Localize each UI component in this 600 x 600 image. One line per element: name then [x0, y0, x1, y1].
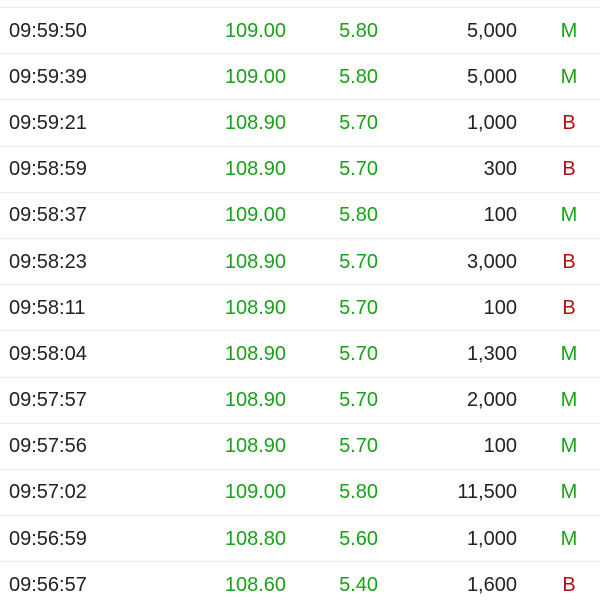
trade-side: M — [560, 481, 578, 504]
table-row: 09:56:57 108.60 5.40 1,600 B — [0, 561, 600, 600]
trade-price: 109.00 — [224, 204, 286, 227]
trade-price: 108.90 — [224, 158, 286, 181]
trade-price: 109.00 — [224, 481, 286, 504]
trade-volume: 11,500 — [457, 481, 517, 504]
table-row: 09:57:02 109.00 5.80 11,500 M — [0, 468, 600, 515]
trade-change: 5.40 — [339, 573, 378, 596]
trade-volume: 2,000 — [466, 389, 517, 412]
trade-side: B — [562, 158, 576, 181]
trade-side: M — [560, 342, 578, 365]
trade-change: 5.70 — [339, 111, 378, 134]
table-row: 09:58:04 108.90 5.70 1,300 M — [0, 330, 600, 376]
trade-change: 5.60 — [339, 527, 378, 550]
trade-side: B — [562, 296, 576, 319]
trade-change: 5.70 — [339, 158, 378, 181]
trade-side: M — [560, 435, 578, 458]
trade-time: 09:57:57 — [9, 389, 87, 412]
trade-price: 108.90 — [224, 111, 286, 134]
trade-price: 108.90 — [224, 389, 286, 412]
trade-change: 5.70 — [339, 342, 378, 365]
trade-side: M — [560, 389, 578, 412]
trade-change: 5.70 — [339, 389, 378, 412]
trade-side: B — [562, 573, 576, 596]
trade-time: 09:57:02 — [9, 481, 87, 504]
trade-volume: 1,600 — [466, 573, 517, 596]
table-row: 09:59:21 108.90 5.70 1,000 B — [0, 99, 600, 145]
trade-price: 109.00 — [224, 19, 286, 42]
trade-price: 108.60 — [224, 573, 286, 596]
trade-time: 09:56:59 — [9, 527, 87, 550]
trade-ticker-list[interactable]: 09:59:50 109.00 5.80 5,000 M 09:59:39 10… — [0, 7, 600, 600]
table-row: 09:58:23 108.90 5.70 3,000 B — [0, 237, 600, 284]
trade-side: B — [562, 250, 576, 273]
trade-change: 5.80 — [339, 481, 378, 504]
trade-price: 109.00 — [224, 65, 286, 88]
trade-side: M — [560, 527, 578, 550]
trade-change: 5.70 — [339, 250, 378, 273]
trade-time: 09:58:04 — [9, 342, 87, 365]
table-row: 09:57:57 108.90 5.70 2,000 M — [0, 376, 600, 423]
table-row: 09:57:56 108.90 5.70 100 M — [0, 422, 600, 469]
trade-time: 09:58:59 — [9, 158, 87, 181]
trade-change: 5.70 — [339, 296, 378, 319]
table-row: 09:59:50 109.00 5.80 5,000 M — [0, 7, 600, 53]
trade-volume: 5,000 — [466, 19, 517, 42]
trade-volume: 100 — [483, 204, 517, 227]
trade-time: 09:58:23 — [9, 250, 87, 273]
trade-volume: 1,300 — [466, 342, 517, 365]
trade-volume: 1,000 — [466, 111, 517, 134]
table-row: 09:58:37 109.00 5.80 100 M — [0, 191, 600, 238]
trade-side: M — [560, 19, 578, 42]
trade-change: 5.80 — [339, 19, 378, 42]
trade-side: M — [560, 65, 578, 88]
trade-volume: 1,000 — [466, 527, 517, 550]
trade-time: 09:59:21 — [9, 111, 87, 134]
trade-volume: 300 — [483, 158, 517, 181]
trade-price: 108.80 — [224, 527, 286, 550]
table-row: 09:58:11 108.90 5.70 100 B — [0, 284, 600, 330]
trade-time: 09:58:11 — [9, 296, 86, 319]
table-row: 09:56:59 108.80 5.60 1,000 M — [0, 515, 600, 561]
trade-change: 5.70 — [339, 435, 378, 458]
trade-volume: 100 — [483, 296, 517, 319]
trade-time: 09:56:57 — [9, 573, 87, 596]
table-row: 09:59:39 109.00 5.80 5,000 M — [0, 53, 600, 99]
trade-side: M — [560, 204, 578, 227]
table-row: 09:58:59 108.90 5.70 300 B — [0, 145, 600, 192]
trade-time: 09:59:50 — [9, 19, 87, 42]
trade-time: 09:58:37 — [9, 204, 87, 227]
trade-change: 5.80 — [339, 204, 378, 227]
trade-price: 108.90 — [224, 435, 286, 458]
trade-time: 09:59:39 — [9, 65, 87, 88]
trade-price: 108.90 — [224, 342, 286, 365]
trade-price: 108.90 — [224, 296, 286, 319]
trade-change: 5.80 — [339, 65, 378, 88]
trade-price: 108.90 — [224, 250, 286, 273]
trade-volume: 100 — [483, 435, 517, 458]
trade-volume: 5,000 — [466, 65, 517, 88]
trade-side: B — [562, 111, 576, 134]
trade-time: 09:57:56 — [9, 435, 87, 458]
trade-volume: 3,000 — [466, 250, 517, 273]
